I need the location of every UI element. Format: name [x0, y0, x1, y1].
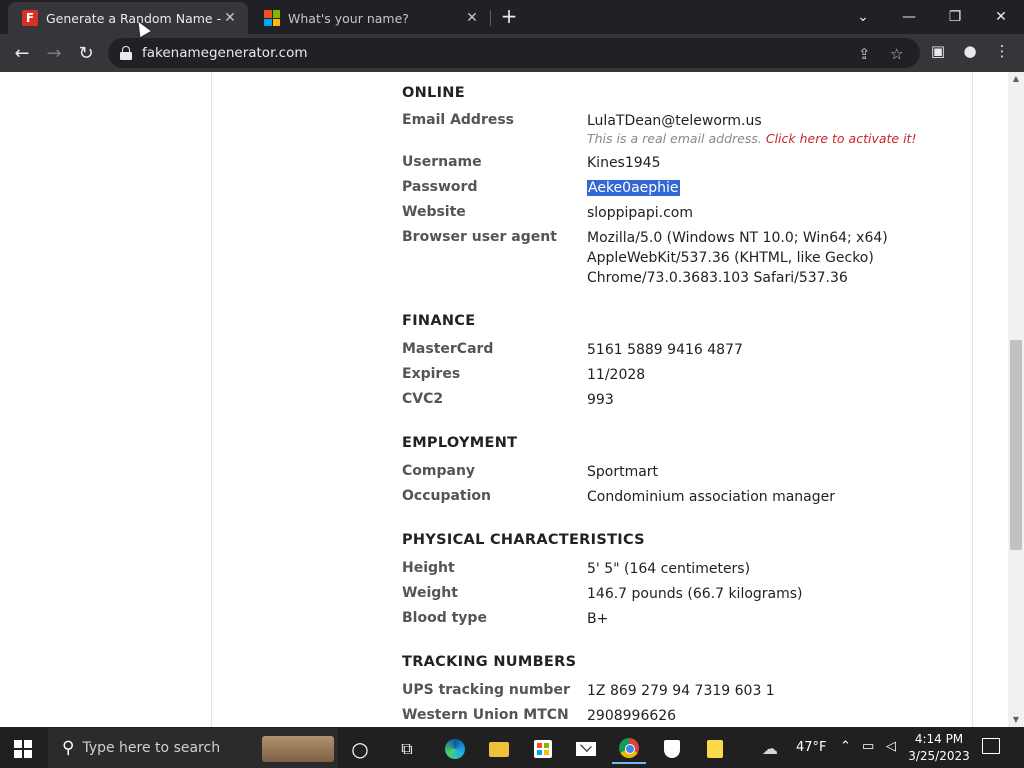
username-value: Kines1945	[587, 155, 661, 171]
cvc2-value: 993	[587, 392, 614, 408]
scroll-up-arrow-icon[interactable]: ▲	[1008, 72, 1024, 86]
finance-heading: FINANCE	[402, 313, 476, 329]
mastercard-value: 5161 5889 9416 4877	[587, 342, 743, 358]
email-note-text: This is a real email address.	[587, 131, 762, 146]
close-tab-icon[interactable]: ✕	[222, 10, 238, 26]
website-label: Website	[402, 204, 466, 220]
western-union-label: Western Union MTCN	[402, 707, 569, 723]
mastercard-label: MasterCard	[402, 341, 494, 357]
clock-time: 4:14 PM	[914, 732, 964, 746]
blood-type-value: B+	[587, 611, 609, 627]
reload-icon[interactable]: ↻	[72, 40, 100, 66]
task-view-icon[interactable]: ⧉	[390, 734, 424, 764]
close-window-icon[interactable]: ✕	[978, 0, 1024, 34]
employment-heading: EMPLOYMENT	[402, 435, 518, 451]
sticky-file-icon[interactable]	[698, 734, 732, 764]
new-tab-button[interactable]: +	[498, 6, 520, 28]
address-bar[interactable]: fakenamegenerator.com ⇪ ☆	[108, 38, 920, 68]
expires-label: Expires	[402, 366, 461, 382]
physical-heading: PHYSICAL CHARACTERISTICS	[402, 532, 645, 548]
company-value: Sportmart	[587, 464, 659, 480]
user-agent-line: Chrome/73.0.3683.103 Safari/537.36	[587, 270, 848, 286]
ups-value: 1Z 869 279 94 7319 603 1	[587, 683, 775, 699]
occupation-label: Occupation	[402, 488, 492, 504]
tab-search-chevron-icon[interactable]: ⌄	[840, 0, 886, 34]
windows-start-icon[interactable]	[14, 740, 32, 758]
height-value: 5' 5" (164 centimeters)	[587, 561, 751, 577]
tray-chevron-up-icon[interactable]: ⌃	[840, 739, 851, 754]
tracking-heading: TRACKING NUMBERS	[402, 654, 577, 670]
password-label: Password	[402, 179, 478, 195]
microsoft-logo-icon	[264, 10, 280, 26]
bookmark-star-icon[interactable]: ☆	[890, 45, 903, 63]
tab-title: What's your name?	[288, 10, 409, 26]
search-highlight-image[interactable]	[262, 736, 334, 762]
expires-value: 11/2028	[587, 367, 646, 383]
url-text[interactable]: fakenamegenerator.com	[142, 45, 308, 61]
weight-label: Weight	[402, 585, 458, 601]
microsoft-store-icon[interactable]	[526, 734, 560, 764]
tab-divider	[490, 10, 491, 26]
search-icon: ⚲	[62, 738, 75, 758]
website-value: sloppipapi.com	[587, 205, 694, 221]
profile-avatar-icon[interactable]: ●	[960, 42, 980, 60]
company-label: Company	[402, 463, 476, 479]
notification-center-icon[interactable]	[982, 738, 1000, 754]
forward-arrow-icon[interactable]: →	[40, 40, 68, 66]
tab-whats-your-name[interactable]: What's your name? ✕	[250, 2, 490, 34]
cvc2-label: CVC2	[402, 391, 444, 407]
security-shield-icon[interactable]	[655, 734, 689, 764]
vertical-scrollbar[interactable]: ▲ ▼	[1008, 72, 1024, 727]
user-agent-label: Browser user agent	[402, 229, 557, 245]
chrome-icon[interactable]	[612, 734, 646, 764]
user-agent-value: Mozilla/5.0 (Windows NT 10.0; Win64; x64…	[587, 228, 888, 288]
search-placeholder: Type here to search	[82, 740, 221, 756]
password-value[interactable]: Aeke0aephie	[587, 178, 680, 198]
mail-icon[interactable]	[569, 734, 603, 764]
scroll-down-arrow-icon[interactable]: ▼	[1008, 713, 1024, 727]
occupation-value: Condominium association manager	[587, 489, 836, 505]
weight-value: 146.7 pounds (66.7 kilograms)	[587, 586, 803, 602]
email-note: This is a real email address. Click here…	[587, 131, 916, 146]
western-union-value: 2908996626	[587, 708, 677, 724]
side-panel-icon[interactable]: ▣	[928, 42, 948, 60]
menu-kebab-icon[interactable]: ⋮	[992, 42, 1012, 60]
taskbar-clock[interactable]: 4:14 PM 3/25/2023	[906, 731, 972, 765]
tab-fake-name-generator[interactable]: F Generate a Random Name - Fake ✕	[8, 2, 248, 34]
file-explorer-icon[interactable]	[482, 734, 516, 764]
height-label: Height	[402, 560, 455, 576]
clock-date: 3/25/2023	[908, 749, 970, 763]
username-label: Username	[402, 154, 482, 170]
minimize-icon[interactable]: —	[886, 0, 932, 34]
password-selected-text[interactable]: Aeke0aephie	[587, 180, 680, 196]
edge-icon[interactable]	[438, 734, 472, 764]
weather-cloud-icon[interactable]: ☁	[762, 739, 778, 758]
browser-toolbar: ← → ↻ fakenamegenerator.com ⇪ ☆ ▣ ● ⋮	[0, 34, 1024, 72]
blood-type-label: Blood type	[402, 610, 487, 626]
lock-icon[interactable]	[120, 46, 132, 60]
page-viewport	[0, 72, 1008, 727]
user-agent-line: AppleWebKit/537.36 (KHTML, like Gecko)	[587, 250, 874, 266]
scrollbar-thumb[interactable]	[1010, 340, 1022, 550]
tab-strip: F Generate a Random Name - Fake ✕ What's…	[0, 0, 1024, 34]
volume-icon[interactable]: ◁	[886, 739, 896, 754]
restore-icon[interactable]: ❐	[932, 0, 978, 34]
user-agent-line: Mozilla/5.0 (Windows NT 10.0; Win64; x64…	[587, 230, 888, 246]
close-tab-icon[interactable]: ✕	[464, 10, 480, 26]
weather-temperature[interactable]: 47°F	[796, 740, 827, 755]
ups-label: UPS tracking number	[402, 682, 570, 698]
network-icon[interactable]: ▭	[862, 739, 874, 754]
taskbar-search-box[interactable]: ⚲ Type here to search	[48, 728, 338, 768]
share-icon[interactable]: ⇪	[858, 45, 871, 63]
email-value: LulaTDean@teleworm.us	[587, 113, 762, 129]
activate-email-link[interactable]: Click here to activate it!	[766, 131, 917, 146]
email-label: Email Address	[402, 112, 515, 128]
online-heading: ONLINE	[402, 85, 465, 101]
fake-name-generator-favicon: F	[22, 10, 38, 26]
back-arrow-icon[interactable]: ←	[8, 40, 36, 66]
cortana-icon[interactable]: ○	[343, 734, 377, 764]
windows-taskbar: ⚲ Type here to search ○ ⧉ ☁ 47°F ⌃ ▭ ◁ 4…	[0, 728, 1024, 768]
